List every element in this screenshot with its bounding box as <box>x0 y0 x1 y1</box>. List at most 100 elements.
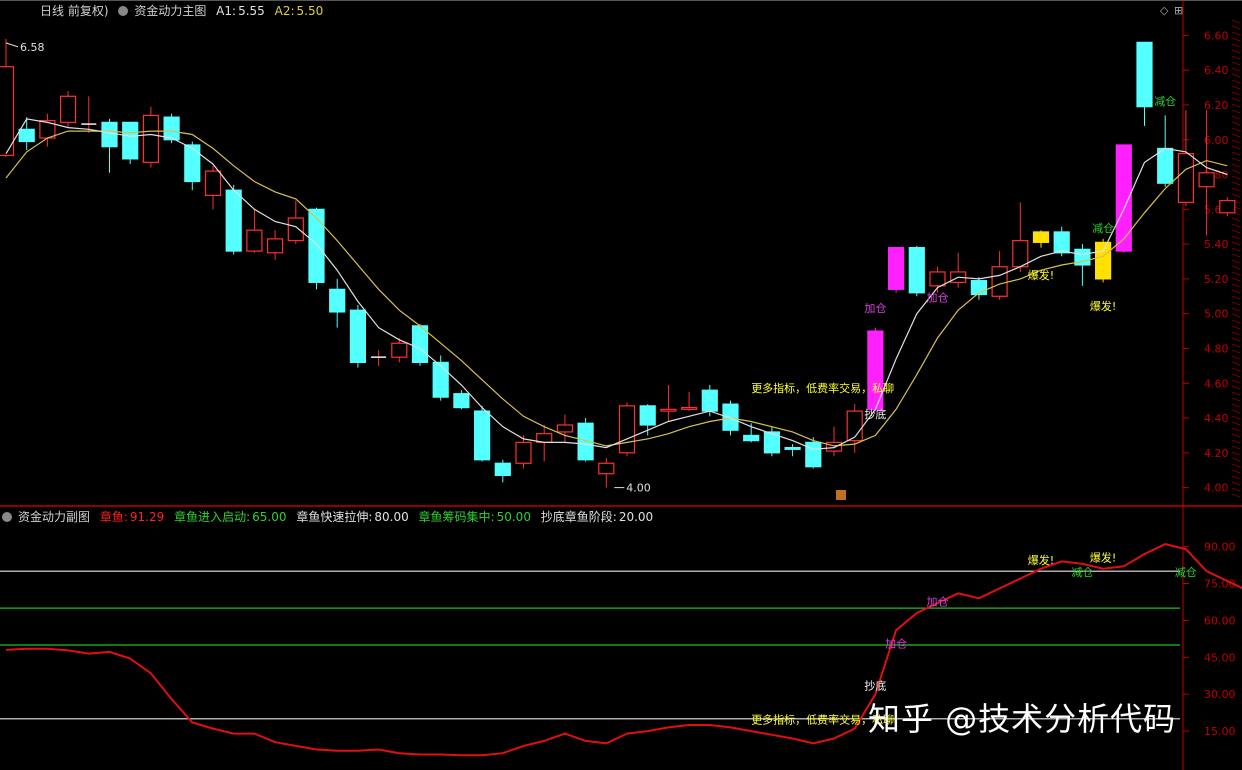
candle-body <box>660 408 677 412</box>
candlestick <box>308 207 325 290</box>
sub-indicator-dropdown-icon[interactable] <box>2 512 12 522</box>
axis-hatch <box>1231 73 1241 78</box>
candle-body <box>680 407 698 410</box>
indicator-dropdown-icon[interactable] <box>118 6 129 16</box>
candlestick <box>950 252 967 288</box>
period-label[interactable]: 日线 前复权) <box>40 4 109 18</box>
axis-hatch <box>1231 319 1241 324</box>
zhangyu-value: 91.29 <box>129 510 165 524</box>
axis-hatch <box>1231 271 1241 276</box>
candlestick <box>474 405 491 462</box>
axis-hatch <box>1231 409 1241 414</box>
y-tick-label: 6.40 <box>1204 64 1229 77</box>
candlestick <box>329 278 346 328</box>
signal-label: 减仓 <box>1154 94 1176 108</box>
main-indicator-name[interactable]: 资金动力主图 <box>134 4 206 18</box>
axis-hatch <box>1231 169 1241 174</box>
axis-hatch <box>1231 25 1241 30</box>
candle-body <box>598 462 615 475</box>
sub-y-tick-label: 60.00 <box>1204 614 1236 627</box>
candlestick <box>1136 41 1153 126</box>
candle-body <box>225 189 242 252</box>
candle-body <box>287 217 304 242</box>
sub-signal-label: 抄底 <box>864 678 886 692</box>
candlestick <box>142 106 159 168</box>
candlestick <box>1074 244 1091 286</box>
candlestick <box>825 426 843 457</box>
pull-label: 章鱼快速拉伸: <box>296 510 373 524</box>
candlestick <box>287 200 304 245</box>
y-tick-label: 6.20 <box>1204 99 1229 112</box>
axis-hatch <box>1231 277 1241 282</box>
candlestick <box>846 404 863 453</box>
axis-hatch <box>1231 259 1241 264</box>
candle-body <box>163 116 180 141</box>
axis-hatch <box>1231 379 1241 384</box>
candle-body <box>784 447 801 450</box>
candle-body <box>142 114 159 163</box>
axis-hatch <box>1231 421 1241 426</box>
axis-hatch <box>1231 295 1241 300</box>
axis-hatch <box>1231 481 1241 486</box>
axis-hatch <box>1231 313 1241 318</box>
event-marker <box>836 490 846 500</box>
sub-signal-label: 爆发! <box>1090 550 1116 564</box>
gather-value: 50.00 <box>496 510 531 524</box>
candle-body <box>1157 147 1174 184</box>
candlestick <box>0 38 15 158</box>
axis-hatch <box>1231 145 1241 150</box>
diamond-icon: ◇ <box>1160 4 1169 17</box>
pull-value: 80.00 <box>374 510 409 524</box>
axis-hatch <box>1231 121 1241 126</box>
sub-signal-label: 加仓 <box>885 636 907 650</box>
axis-hatch <box>1231 37 1241 42</box>
candle-body <box>1053 231 1070 254</box>
axis-hatch <box>1231 85 1241 90</box>
candlestick <box>1198 110 1215 236</box>
signal-label: 加仓 <box>927 291 949 305</box>
candle-body <box>432 361 449 398</box>
signal-label: 抄底 <box>864 407 886 421</box>
axis-hatch <box>1231 415 1241 420</box>
signal-label: 爆发! <box>1028 268 1054 282</box>
a1-value: 5.55 <box>238 4 265 18</box>
candlestick <box>908 245 925 297</box>
candle-body <box>618 405 636 454</box>
layout-icon: ⊞ <box>1174 4 1183 17</box>
candlestick <box>163 113 180 144</box>
a1-label: A1: <box>216 4 237 18</box>
axis-hatch <box>1231 403 1241 408</box>
candlestick <box>784 444 801 457</box>
axis-hatch <box>1231 289 1241 294</box>
y-tick-label: 6.00 <box>1204 134 1229 147</box>
candle-body <box>391 342 408 358</box>
candle-body <box>308 208 325 283</box>
sub-signal-label: 减仓 <box>1175 565 1197 579</box>
sub-indicator-name[interactable]: 资金动力副图 <box>18 510 90 524</box>
axis-hatch <box>1231 175 1241 180</box>
y-tick-label: 5.40 <box>1204 238 1229 251</box>
axis-hatch <box>1231 217 1241 222</box>
candlestick <box>970 277 988 300</box>
sub-y-tick-label: 15.00 <box>1204 725 1236 738</box>
candle-body <box>1094 241 1112 280</box>
axis-hatch <box>1231 451 1241 456</box>
candle-body <box>887 246 905 290</box>
axis-hatch <box>1231 391 1241 396</box>
candle-body <box>1032 231 1050 243</box>
stock-chart[interactable]: ◇ ⊞6.606.406.206.005.805.605.405.205.004.… <box>0 0 1242 770</box>
axis-hatch <box>1231 283 1241 288</box>
candlestick <box>1094 238 1112 283</box>
candle-body <box>411 325 429 363</box>
candle-body <box>929 271 946 287</box>
candlestick <box>101 118 118 173</box>
axis-hatch <box>1231 55 1241 60</box>
candlestick <box>453 390 470 410</box>
candlestick <box>887 246 905 293</box>
axis-hatch <box>1231 307 1241 312</box>
y-tick-label: 5.00 <box>1204 308 1229 321</box>
axis-hatch <box>1231 103 1241 108</box>
axis-hatch <box>1231 247 1241 252</box>
candlestick <box>246 209 263 253</box>
candlestick <box>1157 115 1174 187</box>
